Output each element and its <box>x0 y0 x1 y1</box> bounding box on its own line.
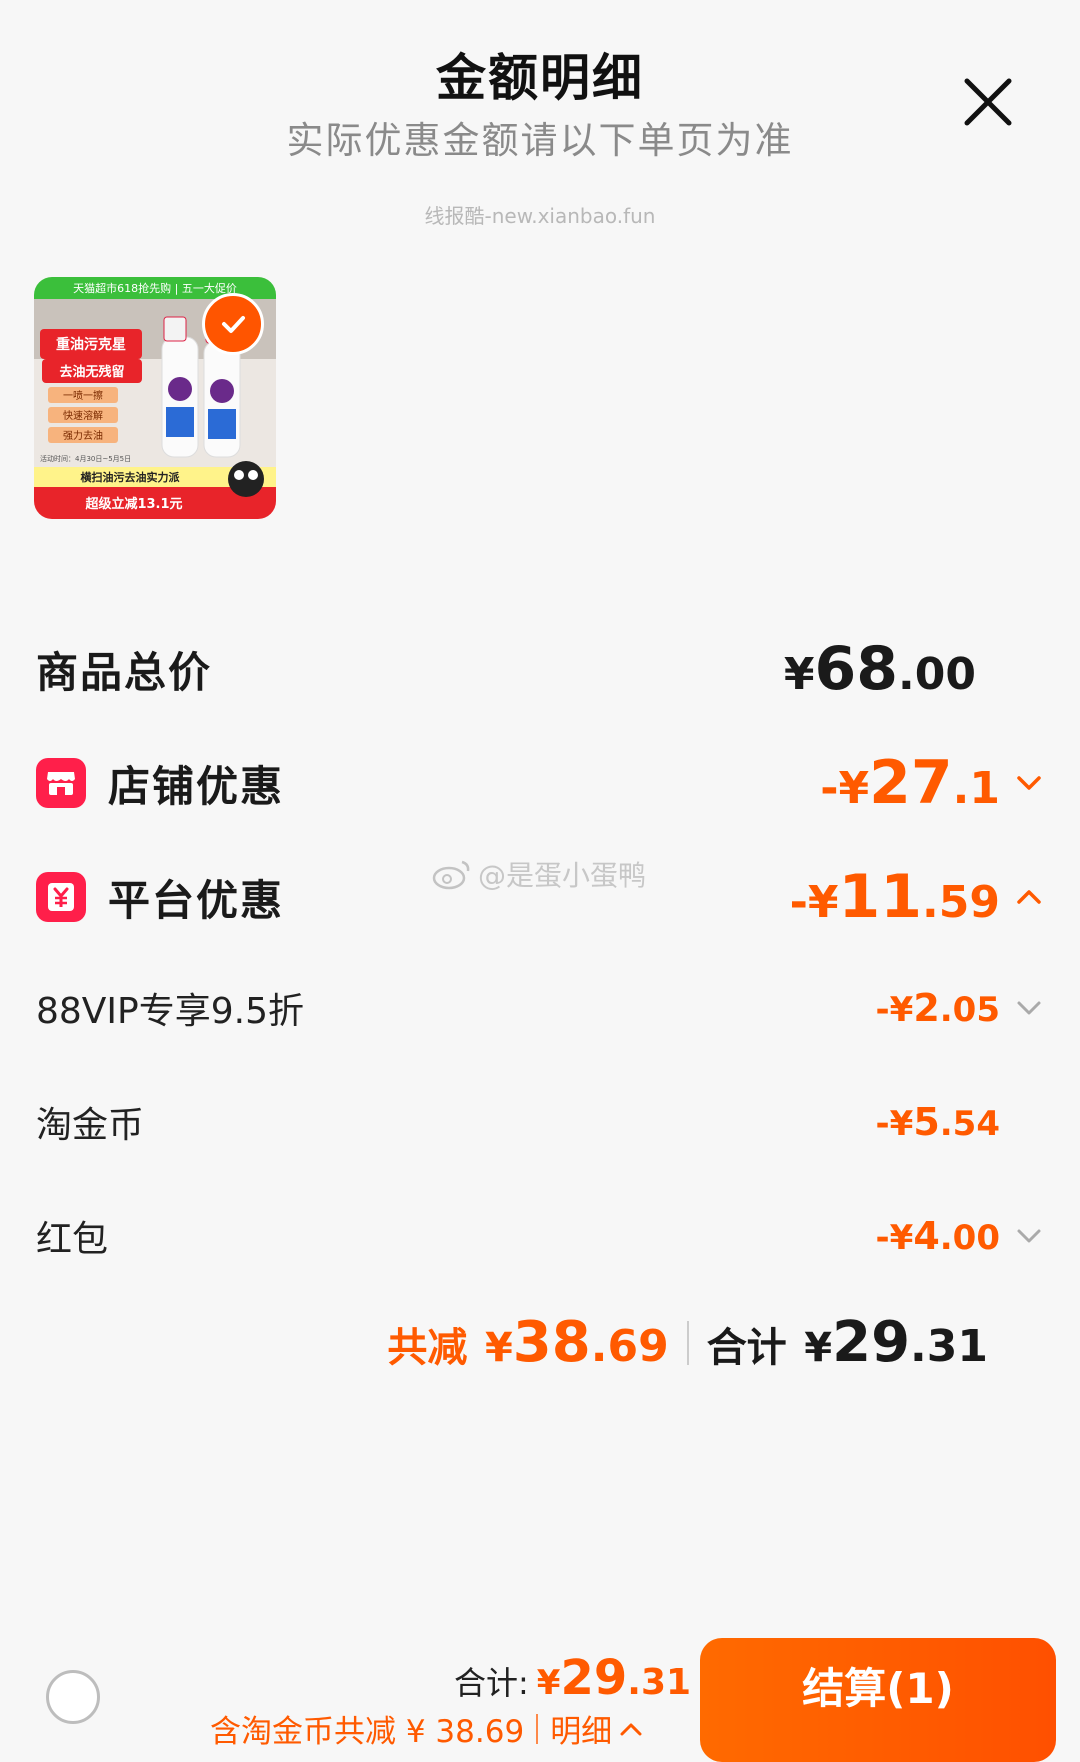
thumb-headline-2: 去油无残留 <box>59 364 124 380</box>
vip-discount-value: -¥2.05 <box>875 986 1000 1030</box>
thumb-period: 活动时间：4月30日~5月5日 <box>40 454 131 463</box>
thumb-feature-2: 快速溶解 <box>63 409 103 422</box>
check-icon <box>222 316 245 333</box>
redpacket-discount-label: 红包 <box>36 1219 109 1260</box>
chevron-down-icon[interactable] <box>1014 993 1044 1023</box>
coin-discount-row: 淘金币 -¥5.54 <box>36 1096 1044 1148</box>
thumb-feature-3: 强力去油 <box>63 429 103 442</box>
summary-divider <box>686 1320 689 1365</box>
page-subtitle: 实际优惠金额请以下单页为准 <box>286 119 794 162</box>
product-thumbnail[interactable]: 天猫超市618抢先购 | 五一大促价 重油污克星 去油无残留 一喷一擦 快速溶解… <box>34 277 276 519</box>
chevron-down-icon[interactable] <box>1014 1221 1044 1251</box>
summary-line: 共减 ¥38.69 合计 ¥29.31 <box>387 1310 988 1375</box>
checkout-button[interactable]: 结算(1) <box>700 1638 1056 1762</box>
vip-discount-row[interactable]: 88VIP专享9.5折 -¥2.05 <box>36 982 1044 1034</box>
platform-discount-row[interactable]: 平台优惠 -¥11.59 <box>36 862 1044 932</box>
total-price-label: 商品总价 <box>36 647 213 697</box>
vip-discount-label: 88VIP专享9.5折 <box>36 991 305 1032</box>
bottom-total: 合计: ¥29.31 <box>454 1650 691 1706</box>
grand-total: 合计 ¥29.31 <box>706 1310 988 1375</box>
site-watermark: 线报酷-new.xianbao.fun <box>424 204 656 228</box>
shop-icon <box>36 758 86 808</box>
bottom-note: 含淘金币共减 ¥ 38.69 明细 <box>210 1706 644 1751</box>
close-button[interactable] <box>958 72 1018 132</box>
platform-discount-label: 平台优惠 <box>108 875 285 925</box>
total-price-value: ¥68.00 <box>783 634 976 704</box>
chevron-up-icon[interactable] <box>1014 882 1044 912</box>
total-price-row: 商品总价 ¥68.00 <box>36 634 1044 704</box>
detail-toggle[interactable]: 明细 <box>550 1706 644 1751</box>
redpacket-discount-row[interactable]: 红包 -¥4.00 <box>36 1210 1044 1262</box>
note-divider <box>536 1713 539 1744</box>
chevron-down-icon[interactable] <box>1014 768 1044 798</box>
page-title: 金额明细 <box>436 49 644 107</box>
platform-discount-value: -¥11.59 <box>789 862 1000 932</box>
thumb-headline-1: 重油污克星 <box>56 336 126 353</box>
thumb-feature-1: 一喷一擦 <box>63 389 103 402</box>
total-reduction: 共减 ¥38.69 <box>387 1310 669 1375</box>
yuan-coupon-icon <box>36 872 86 922</box>
shop-discount-label: 店铺优惠 <box>108 761 285 811</box>
thumb-slogan: 横扫油污去油实力派 <box>81 470 181 484</box>
coin-reduction-note: 含淘金币共减 ¥ 38.69 <box>210 1714 525 1750</box>
coin-discount-value: -¥5.54 <box>875 1100 1000 1144</box>
select-all-radio[interactable] <box>46 1670 100 1724</box>
bottom-total-label: 合计: <box>454 1664 529 1702</box>
coin-discount-label: 淘金币 <box>36 1105 145 1146</box>
close-icon <box>964 78 1012 126</box>
redpacket-discount-value: -¥4.00 <box>875 1214 1000 1258</box>
thumb-banner-text: 天猫超市618抢先购 | 五一大促价 <box>73 281 237 295</box>
chevron-up-icon <box>620 1723 642 1735</box>
bottom-total-value: ¥29.31 <box>536 1650 692 1706</box>
thumb-deal: 超级立减13.1元 <box>85 496 182 512</box>
shop-discount-row[interactable]: 店铺优惠 -¥27.1 <box>36 748 1044 818</box>
selected-checkmark[interactable] <box>202 293 264 355</box>
shop-discount-value: -¥27.1 <box>820 748 1000 818</box>
